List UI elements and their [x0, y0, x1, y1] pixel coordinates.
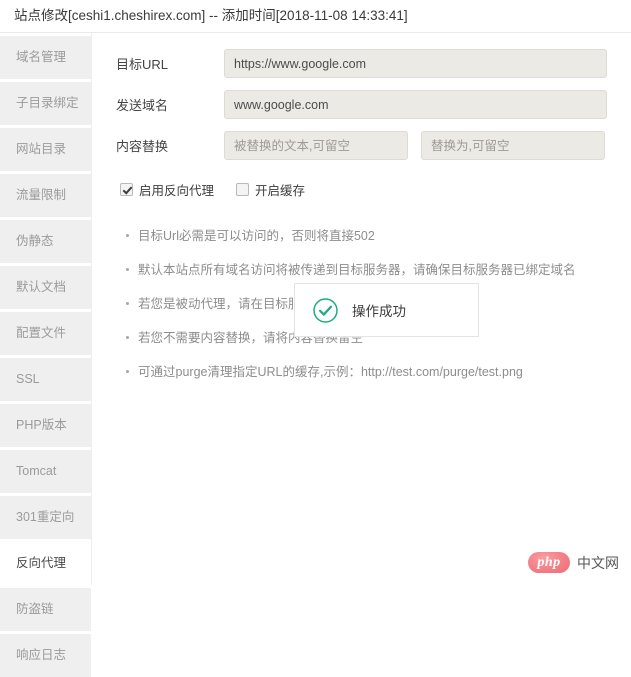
sidebar-item-pseudo-static[interactable]: 伪静态 — [0, 220, 91, 263]
sidebar-item-tomcat[interactable]: Tomcat — [0, 450, 91, 493]
success-toast-message: 操作成功 — [352, 304, 406, 319]
page-body: 域名管理 子目录绑定 网站目录 流量限制 伪静态 默认文档 配置文件 SSL P… — [0, 33, 631, 677]
watermark: php 中文网 — [528, 552, 619, 573]
hint-item: 可通过purge清理指定URL的缓存,示例：http://test.com/pu… — [126, 363, 611, 381]
success-toast: 操作成功 — [294, 283, 479, 337]
sidebar-item-ssl[interactable]: SSL — [0, 358, 91, 401]
enable-cache-checkbox[interactable] — [236, 183, 250, 196]
sidebar-item-config-file[interactable]: 配置文件 — [0, 312, 91, 355]
sidebar-item-anti-leech[interactable]: 防盗链 — [0, 588, 91, 631]
success-check-icon — [313, 297, 338, 323]
target-url-input[interactable]: https://www.google.com — [224, 49, 607, 78]
sidebar-item-default-document[interactable]: 默认文档 — [0, 266, 91, 309]
sidebar-item-response-log[interactable]: 响应日志 — [0, 634, 91, 677]
target-url-row: 目标URL https://www.google.com — [116, 49, 611, 78]
enable-reverse-proxy-label[interactable]: 启用反向代理 — [139, 180, 214, 199]
sidebar-item-reverse-proxy[interactable]: 反向代理 — [0, 542, 91, 585]
target-url-label: 目标URL — [116, 57, 169, 72]
page-title: 站点修改[ceshi1.cheshirex.com] -- 添加时间[2018-… — [0, 0, 631, 33]
content-replace-label: 内容替换 — [116, 139, 169, 154]
hint-item: 目标Url必需是可以访问的，否则将直接502 — [126, 227, 611, 245]
content-replace-to-input[interactable]: 替换为,可留空 — [421, 131, 605, 160]
content-replace-row: 内容替换 被替换的文本,可留空 替换为,可留空 — [116, 131, 611, 160]
watermark-label: 中文网 — [577, 554, 619, 571]
php-logo-icon: php — [528, 552, 570, 573]
enable-reverse-proxy-checkbox[interactable] — [120, 183, 133, 196]
sidebar-item-subdirectory-binding[interactable]: 子目录绑定 — [0, 82, 91, 125]
reverse-proxy-panel: 目标URL https://www.google.com 发送域名 www.go… — [92, 33, 631, 585]
send-domain-input[interactable]: www.google.com — [224, 90, 607, 119]
enable-cache-label[interactable]: 开启缓存 — [255, 180, 305, 199]
sidebar: 域名管理 子目录绑定 网站目录 流量限制 伪静态 默认文档 配置文件 SSL P… — [0, 33, 92, 677]
options-row: 启用反向代理 开启缓存 — [116, 180, 611, 199]
send-domain-row: 发送域名 www.google.com — [116, 90, 611, 119]
sidebar-item-domain-management[interactable]: 域名管理 — [0, 36, 91, 79]
content-replace-from-input[interactable]: 被替换的文本,可留空 — [224, 131, 408, 160]
sidebar-item-traffic-limit[interactable]: 流量限制 — [0, 174, 91, 217]
sidebar-item-php-version[interactable]: PHP版本 — [0, 404, 91, 447]
send-domain-label: 发送域名 — [116, 98, 169, 113]
sidebar-item-site-directory[interactable]: 网站目录 — [0, 128, 91, 171]
hint-item: 默认本站点所有域名访问将被传递到目标服务器，请确保目标服务器已绑定域名 — [126, 261, 611, 279]
sidebar-item-301-redirect[interactable]: 301重定向 — [0, 496, 91, 539]
